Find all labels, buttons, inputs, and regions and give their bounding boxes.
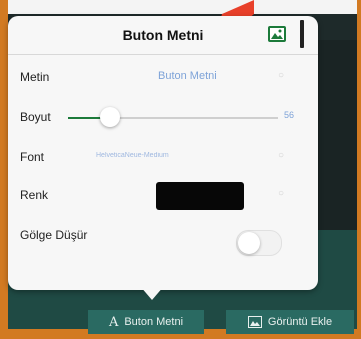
button-text-button[interactable]: A Buton Metni xyxy=(88,310,204,334)
image-icon xyxy=(247,316,262,328)
row-color[interactable]: Renk ○ xyxy=(8,174,318,214)
chevron-right-icon: ○ xyxy=(278,188,285,199)
image-icon[interactable] xyxy=(268,26,286,42)
color-label: Renk xyxy=(20,188,49,202)
text-glyph-icon: A xyxy=(108,314,119,330)
shadow-label: Gölge Düşür xyxy=(20,228,88,242)
add-image-label: Görüntü Ekle xyxy=(267,316,333,328)
row-shadow: Gölge Düşür xyxy=(8,222,318,262)
frame-right xyxy=(357,0,361,339)
size-value: 56 xyxy=(284,110,295,120)
chevron-right-icon: ○ xyxy=(278,70,285,81)
shadow-toggle-knob xyxy=(238,232,260,254)
button-text-popover: Buton Metni Metin Buton Metni ○ Boyut 56… xyxy=(8,16,318,290)
toolbar-divider-icon xyxy=(300,20,304,48)
shadow-toggle[interactable] xyxy=(236,230,282,256)
font-label: Font xyxy=(20,150,45,164)
popover-header: Buton Metni xyxy=(8,16,318,55)
color-swatch[interactable] xyxy=(156,182,244,210)
size-slider-thumb[interactable] xyxy=(100,107,120,127)
chevron-right-icon: ○ xyxy=(278,150,285,161)
size-slider[interactable] xyxy=(68,107,278,127)
button-text-label: Buton Metni xyxy=(124,316,184,328)
text-value[interactable]: Buton Metni xyxy=(158,70,268,82)
add-image-button[interactable]: Görüntü Ekle xyxy=(226,310,354,334)
frame-left xyxy=(0,0,8,339)
size-label: Boyut xyxy=(20,110,51,124)
row-size: Boyut 56 xyxy=(8,98,318,138)
popover-arrow xyxy=(140,286,164,300)
row-font[interactable]: Font HelveticaNeue-Medium ○ xyxy=(8,138,318,178)
row-text[interactable]: Metin Buton Metni ○ xyxy=(8,56,318,96)
font-value[interactable]: HelveticaNeue-Medium xyxy=(96,152,246,159)
text-label: Metin xyxy=(20,70,50,84)
top-strip xyxy=(0,0,361,14)
